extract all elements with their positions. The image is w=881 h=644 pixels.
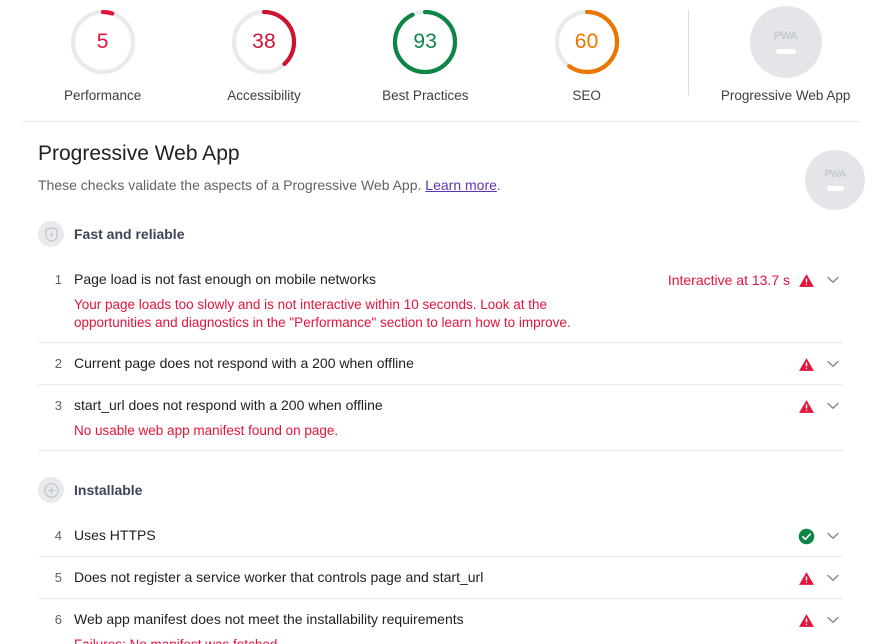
warning-triangle-icon [798,398,815,415]
audit-title: Does not register a service worker that … [74,569,484,585]
pwa-dash-icon [775,49,796,54]
audit-title: Web app manifest does not meet the insta… [74,611,464,627]
audit-value: Interactive at 13.7 s [667,272,790,288]
audit-row[interactable]: 5 Does not register a service worker tha… [38,556,843,598]
audit-index: 1 [54,272,62,287]
audit-row-main: 3 start_url does not respond with a 200 … [38,395,843,416]
audit-section: Installable 4 Uses HTTPS 5 Does not regi… [38,477,843,644]
score-gauge-value: 38 [252,30,276,53]
audit-index: 6 [54,612,62,627]
score-gauge-label: SEO [572,88,601,103]
score-gauge-value: 60 [574,30,599,53]
audit-section-header[interactable]: Fast and reliable [38,221,843,251]
audit-row-status: Interactive at 13.7 s [668,269,843,290]
score-gauge-progressive-web-app[interactable]: PWA Progressive Web App [690,6,881,103]
score-gauges-strip: 5 Performance 38 Accessibility 93 Best P… [0,0,881,122]
audit-index: 2 [54,356,62,371]
score-gauge-label: Performance [64,88,142,103]
audit-row[interactable]: 4 Uses HTTPS [38,515,843,556]
score-gauge-label: Accessibility [227,88,301,103]
audit-row[interactable]: 6 Web app manifest does not meet the ins… [38,598,843,644]
pwa-badge: PWA [805,150,865,210]
chevron-down-icon[interactable] [823,354,843,374]
audit-section: Fast and reliable 1 Page load is not fas… [38,221,843,451]
audit-row-status [798,395,843,416]
pwa-category-panel: Progressive Web App These checks validat… [0,122,881,644]
audit-row[interactable]: 2 Current page does not respond with a 2… [38,342,843,384]
audit-explanation: Your page loads too slowly and is not in… [74,297,571,330]
audit-row-status [798,353,843,374]
audit-title: Page load is not fast enough on mobile n… [74,271,376,287]
audit-section-header[interactable]: Installable [38,477,843,507]
learn-more-link[interactable]: Learn more [425,177,497,193]
category-header: Progressive Web App These checks validat… [38,140,865,210]
chevron-down-icon[interactable] [823,396,843,416]
audit-index: 5 [54,570,62,585]
category-description-text: These checks validate the aspects of a P… [38,177,426,193]
audit-title: Uses HTTPS [74,527,156,543]
warning-triangle-icon [798,356,815,373]
audit-row-main: 4 Uses HTTPS [38,525,843,546]
pwa-badge-icon: PWA [749,6,822,78]
chevron-down-icon[interactable] [823,270,843,290]
audit-row[interactable]: 1 Page load is not fast enough on mobile… [38,259,843,342]
score-gauge-accessibility[interactable]: 38 Accessibility [183,6,344,103]
page-title: Progressive Web App [38,142,240,165]
audit-row-main: 2 Current page does not respond with a 2… [38,353,843,374]
audit-explanation: Failures: No manifest was fetched. [74,636,673,644]
score-gauge-performance[interactable]: 5 Performance [22,6,183,103]
score-gauge-best-practices[interactable]: 93 Best Practices [345,6,506,103]
score-gauge-ring: 5 [67,6,139,78]
audit-title: Current page does not respond with a 200… [74,355,414,371]
audit-row-status [798,525,843,546]
audit-index: 4 [54,528,62,543]
score-gauges-row: 5 Performance 38 Accessibility 93 Best P… [0,0,881,103]
score-gauge-label: Best Practices [382,88,469,103]
audit-row-main: 1 Page load is not fast enough on mobile… [38,269,843,290]
score-gauge-label: Progressive Web App [720,88,851,103]
chevron-down-icon[interactable] [823,526,843,546]
audit-index: 3 [54,398,62,413]
audit-list: 1 Page load is not fast enough on mobile… [38,259,843,451]
score-gauge-ring: 93 [389,6,461,78]
audit-title: start_url does not respond with a 200 wh… [74,397,383,413]
warning-triangle-icon [798,272,815,289]
audit-row-main: 5 Does not register a service worker tha… [38,567,843,588]
pwa-badge-top-text: PWA [774,30,798,42]
audit-sections: Fast and reliable 1 Page load is not fas… [38,221,843,644]
score-gauge-seo[interactable]: 60 SEO [506,6,667,103]
audit-row-status [798,567,843,588]
audit-explanation: No usable web app manifest found on page… [74,423,339,438]
chevron-down-icon[interactable] [823,568,843,588]
pwa-dash-icon [826,186,844,191]
warning-triangle-icon [798,612,815,629]
category-description-suffix: . [496,177,501,193]
score-gauge-value: 93 [413,30,438,53]
audit-list: 4 Uses HTTPS 5 Does not register a servi… [38,515,843,644]
score-gauge-ring: 60 [551,6,623,78]
plus-circle-icon [38,477,64,503]
pwa-badge-text: PWA [824,169,847,180]
warning-triangle-icon [798,570,815,587]
check-circle-icon [798,528,815,545]
category-description: These checks validate the aspects of a P… [38,176,843,195]
audit-list-bottom-rule [38,450,843,451]
audit-section-title: Fast and reliable [74,226,185,242]
audit-row-main: 6 Web app manifest does not meet the ins… [38,609,843,630]
score-gauge-value: 5 [96,30,109,53]
shield-bolt-icon [38,221,64,247]
gauges-vertical-divider [688,10,689,95]
audit-row[interactable]: 3 start_url does not respond with a 200 … [38,384,843,450]
audit-section-title: Installable [74,482,143,498]
score-gauge-ring: 38 [228,6,300,78]
chevron-down-icon[interactable] [823,610,843,630]
audit-row-status [798,609,843,630]
